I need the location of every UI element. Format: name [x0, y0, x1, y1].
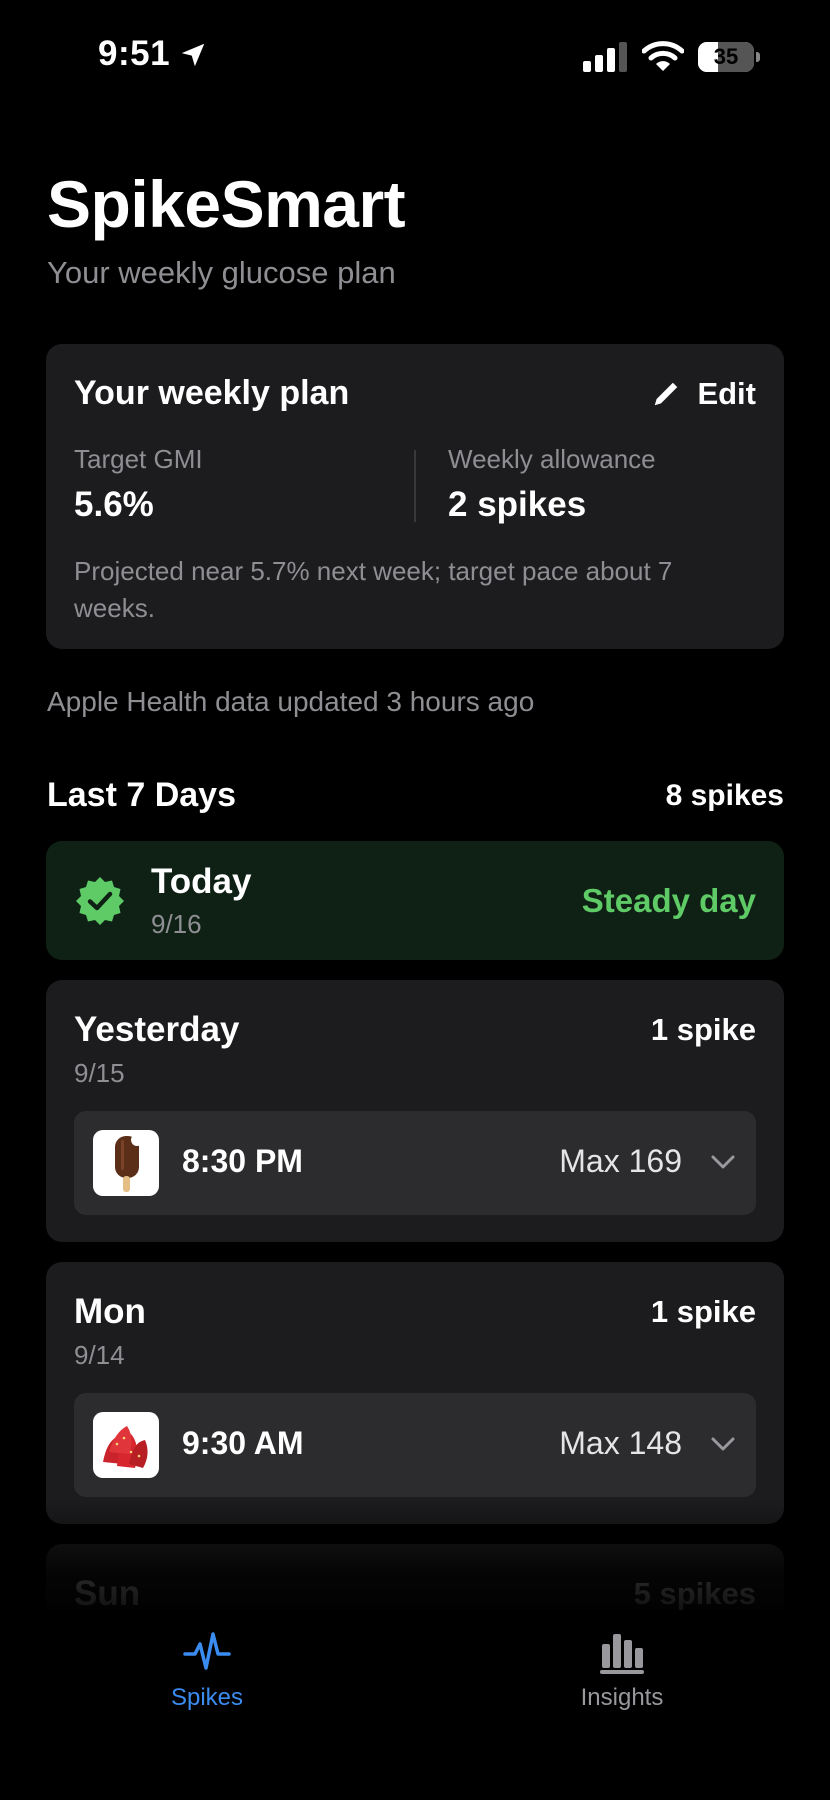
spike-row[interactable]: 8:30 PM Max 169 — [74, 1111, 756, 1215]
weekly-allowance-value: 2 spikes — [448, 485, 587, 524]
edit-label: Edit — [697, 376, 756, 411]
day-date: 9/14 — [74, 1340, 125, 1370]
day-date: 9/16 — [151, 909, 202, 939]
plan-title: Your weekly plan — [74, 374, 350, 412]
spike-row[interactable]: 9:30 AM Max 148 — [74, 1393, 756, 1497]
target-gmi-label: Target GMI — [74, 444, 203, 474]
battery-indicator: 35 — [698, 42, 760, 72]
tab-label: Insights — [580, 1684, 664, 1711]
chevron-down-icon[interactable] — [710, 1433, 736, 1455]
pulse-icon — [183, 1632, 231, 1670]
app-title: SpikeSmart — [47, 167, 406, 241]
day-card-mon: Mon 9/14 1 spike 9:30 AM Max 148 — [46, 1262, 784, 1524]
tab-bar: Spikes Insights — [0, 1610, 830, 1800]
weekly-allowance-stat: Weekly allowance 2 spikes — [448, 444, 656, 525]
day-card-today[interactable]: Today 9/16 Steady day — [46, 841, 784, 960]
plan-projection-note: Projected near 5.7% next week; target pa… — [74, 556, 673, 623]
section-spike-count: 8 spikes — [665, 779, 784, 812]
weekly-allowance-label: Weekly allowance — [448, 444, 656, 474]
edit-plan-button[interactable]: Edit — [651, 374, 756, 414]
weekly-plan-card: Your weekly plan Edit Target GMI 5.6% We… — [46, 344, 784, 649]
stat-divider — [414, 450, 416, 522]
battery-percent: 35 — [713, 44, 739, 69]
location-arrow-icon — [181, 43, 205, 67]
day-name: Yesterday — [74, 1010, 240, 1049]
day-card-yesterday: Yesterday 9/15 1 spike 8:30 PM Max 169 — [46, 980, 784, 1242]
day-name: Today — [151, 862, 252, 901]
day-name: Sun — [74, 1574, 141, 1613]
app-subtitle: Your weekly glucose plan — [47, 255, 396, 290]
tab-insights[interactable]: Insights — [522, 1630, 722, 1740]
day-spike-count: 1 spike — [650, 1294, 756, 1329]
spike-time: 8:30 PM — [182, 1143, 303, 1179]
tab-label: Spikes — [170, 1684, 244, 1711]
day-date: 9/15 — [74, 1058, 125, 1088]
spike-max-value: Max 169 — [559, 1143, 682, 1179]
section-title: Last 7 Days — [47, 776, 236, 814]
bar-chart-icon — [600, 1634, 644, 1674]
status-time: 9:51 — [98, 34, 171, 73]
cellular-signal-icon — [583, 42, 627, 72]
ice-cream-bar-icon — [93, 1130, 159, 1196]
pencil-icon — [655, 382, 678, 406]
spike-time: 9:30 AM — [182, 1425, 304, 1461]
day-name: Mon — [74, 1292, 146, 1331]
day-spike-count: 5 spikes — [633, 1576, 756, 1611]
chevron-down-icon[interactable] — [710, 1151, 736, 1173]
day-status: Steady day — [581, 882, 756, 919]
target-gmi-stat: Target GMI 5.6% — [74, 444, 203, 525]
checkmark-seal-icon — [76, 877, 124, 925]
spike-max-value: Max 148 — [559, 1425, 682, 1461]
status-bar: 9:51 35 — [0, 0, 830, 110]
wifi-icon — [642, 41, 684, 71]
target-gmi-value: 5.6% — [74, 485, 154, 524]
day-spike-count: 1 spike — [650, 1012, 756, 1047]
health-sync-note: Apple Health data updated 3 hours ago — [47, 686, 535, 717]
strawberries-icon — [93, 1412, 159, 1478]
tab-spikes[interactable]: Spikes — [107, 1630, 307, 1740]
